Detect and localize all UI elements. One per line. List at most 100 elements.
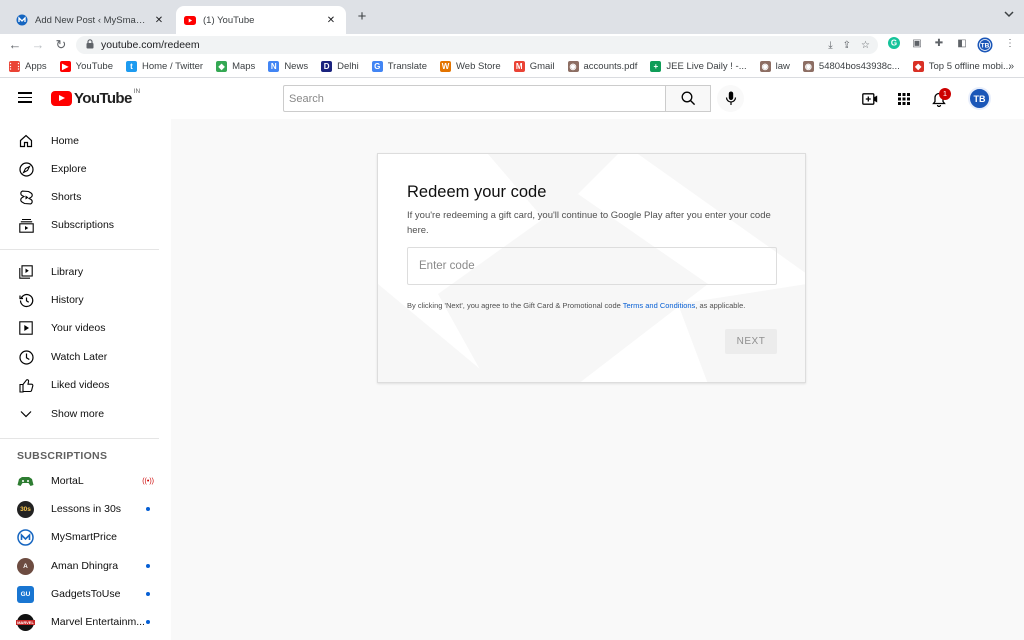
subscription-item[interactable]: MortaL ((•)) [0,467,160,495]
sidebar-divider [0,249,159,250]
search-input[interactable] [283,85,666,112]
bookmark-item[interactable]: ◆ Top 5 offline mobi... [912,61,1011,72]
legal-text: By clicking 'Next', you agree to the Gif… [407,301,623,310]
subscription-item[interactable]: MARVEL Marvel Entertainm... [0,608,160,636]
reload-icon[interactable]: ↻ [53,37,69,53]
youtube-favicon-icon [184,14,196,26]
browser-menu-icon[interactable]: ⋮ [1003,37,1017,51]
subscriptions-icon [18,217,34,233]
grammarly-extension-icon[interactable]: G [887,37,901,51]
subscription-item[interactable]: 30s Lessons in 30s [0,495,160,523]
bookmark-label: Gmail [529,61,555,72]
code-input[interactable] [407,247,777,285]
doc-icon: ◉ [802,61,814,72]
sidebar-item-explore[interactable]: Explore [0,155,160,183]
tab-youtube[interactable]: (1) YouTube ✕ [176,6,346,34]
bookmark-item[interactable]: N News [268,61,308,72]
bookmark-item[interactable]: ◉ law [759,61,790,72]
bookmark-item[interactable]: + JEE Live Daily ! -... [650,61,747,72]
sidebar-item-history[interactable]: History [0,286,160,314]
bookmark-label: Top 5 offline mobi... [928,61,1011,72]
apps-grid-icon[interactable] [896,91,912,107]
search-icon [681,91,695,106]
sidebar-item-subscriptions[interactable]: Subscriptions [0,211,160,239]
close-tab-icon[interactable]: ✕ [324,15,338,26]
news-icon: N [268,61,280,72]
bookmark-label: YouTube [75,61,113,72]
account-avatar[interactable]: TB [968,87,991,110]
bookmark-label: accounts.pdf [583,61,638,72]
bookmark-item[interactable]: ▶ YouTube [59,61,113,72]
bookmark-item[interactable]: W Web Store [439,61,501,72]
sidebar-item-liked-videos[interactable]: Liked videos [0,371,160,399]
tab-mysmartprice[interactable]: Add New Post ‹ MySmartPrice ✕ [8,6,174,34]
compass-icon [18,161,34,177]
channel-avatar: A [17,557,34,575]
bookmark-item[interactable]: ⋮⋮ Apps [7,61,47,72]
bookmark-label: law [775,61,790,72]
home-icon [18,133,34,149]
new-content-dot [146,564,150,568]
live-broadcast-icon: ((•)) [142,477,154,485]
bookmark-item[interactable]: M Gmail [513,61,555,72]
channel-name: GadgetsToUse [51,588,121,600]
bookmark-item[interactable]: G Translate [371,61,427,72]
your-videos-icon [18,320,34,336]
bookmark-item[interactable]: ◆ Maps [216,61,255,72]
tab-search-chevron-icon[interactable] [1004,10,1014,20]
sheets-icon: + [650,61,662,72]
extension-badge-icon[interactable]: ▣ [910,37,924,51]
install-app-icon[interactable]: ⤓ [828,40,832,51]
new-content-dot [146,507,150,511]
create-video-icon[interactable] [862,91,878,107]
sidebar-item-shorts[interactable]: Shorts [0,183,160,211]
browser-toolbar: ← → ↻ youtube.com/redeem ⤓ ⇪ ☆ G ▣ ✚ ◧ T… [0,34,1024,56]
voice-search-button[interactable] [717,85,744,112]
bookmarks-overflow-button[interactable]: » [1008,61,1014,72]
bookmark-label: News [284,61,309,72]
profile-avatar-icon[interactable]: TB [977,37,993,53]
clock-icon [18,349,34,365]
sidebar-item-label: Home [51,135,80,147]
svg-text:TB: TB [981,43,990,50]
hamburger-menu-icon[interactable] [18,92,32,103]
bookmark-star-icon[interactable]: ☆ [861,40,870,51]
pdf-icon: ◉ [567,61,579,72]
bookmark-item[interactable]: ◉ accounts.pdf [567,61,638,72]
bookmark-item[interactable]: D Delhi [321,61,359,72]
subscription-item[interactable]: GU GadgetsToUse [0,580,160,608]
close-tab-icon[interactable]: ✕ [152,15,166,26]
search-button[interactable] [666,85,711,112]
sidebar-item-library[interactable]: Library [0,258,160,286]
side-panel-icon[interactable]: ◧ [955,37,969,51]
back-arrow-icon[interactable]: ← [7,37,23,52]
library-icon [18,264,34,280]
sidebar-divider [0,438,159,439]
address-bar[interactable]: youtube.com/redeem ⤓ ⇪ ☆ [76,36,878,54]
terms-and-conditions-link[interactable]: Terms and Conditions [623,301,696,310]
sidebar-item-your-videos[interactable]: Your videos [0,314,160,342]
sidebar-item-label: Library [51,266,84,278]
share-icon[interactable]: ⇪ [843,40,851,51]
bookmark-label: Apps [25,61,47,72]
sidebar-item-label: Watch Later [51,351,108,363]
history-icon [18,292,34,308]
forward-arrow-icon[interactable]: → [30,37,46,52]
sidebar-item-show-more[interactable]: Show more [0,400,160,428]
youtube-logo[interactable]: YouTube IN [51,88,140,107]
next-button[interactable]: NEXT [725,329,777,354]
sidebar-item-home[interactable]: Home [0,127,160,155]
sidebar-item-watch-later[interactable]: Watch Later [0,343,160,371]
channel-name: Aman Dhingra [51,560,119,572]
extensions-puzzle-icon[interactable]: ✚ [932,37,946,51]
bookmark-item[interactable]: ◉ 54804bos43938c... [802,61,900,72]
subscription-item[interactable]: A Aman Dhingra [0,552,160,580]
bookmark-label: Delhi [337,61,359,72]
subscriptions-heading: SUBSCRIPTIONS [17,450,108,462]
bookmark-item[interactable]: t Home / Twitter [126,61,203,72]
sidebar-item-label: Subscriptions [51,219,115,231]
url-text: youtube.com/redeem [101,39,200,51]
subscription-item[interactable]: MySmartPrice [0,523,160,551]
sidebar-item-label: Explore [51,163,87,175]
new-tab-button[interactable]: + [352,8,372,25]
